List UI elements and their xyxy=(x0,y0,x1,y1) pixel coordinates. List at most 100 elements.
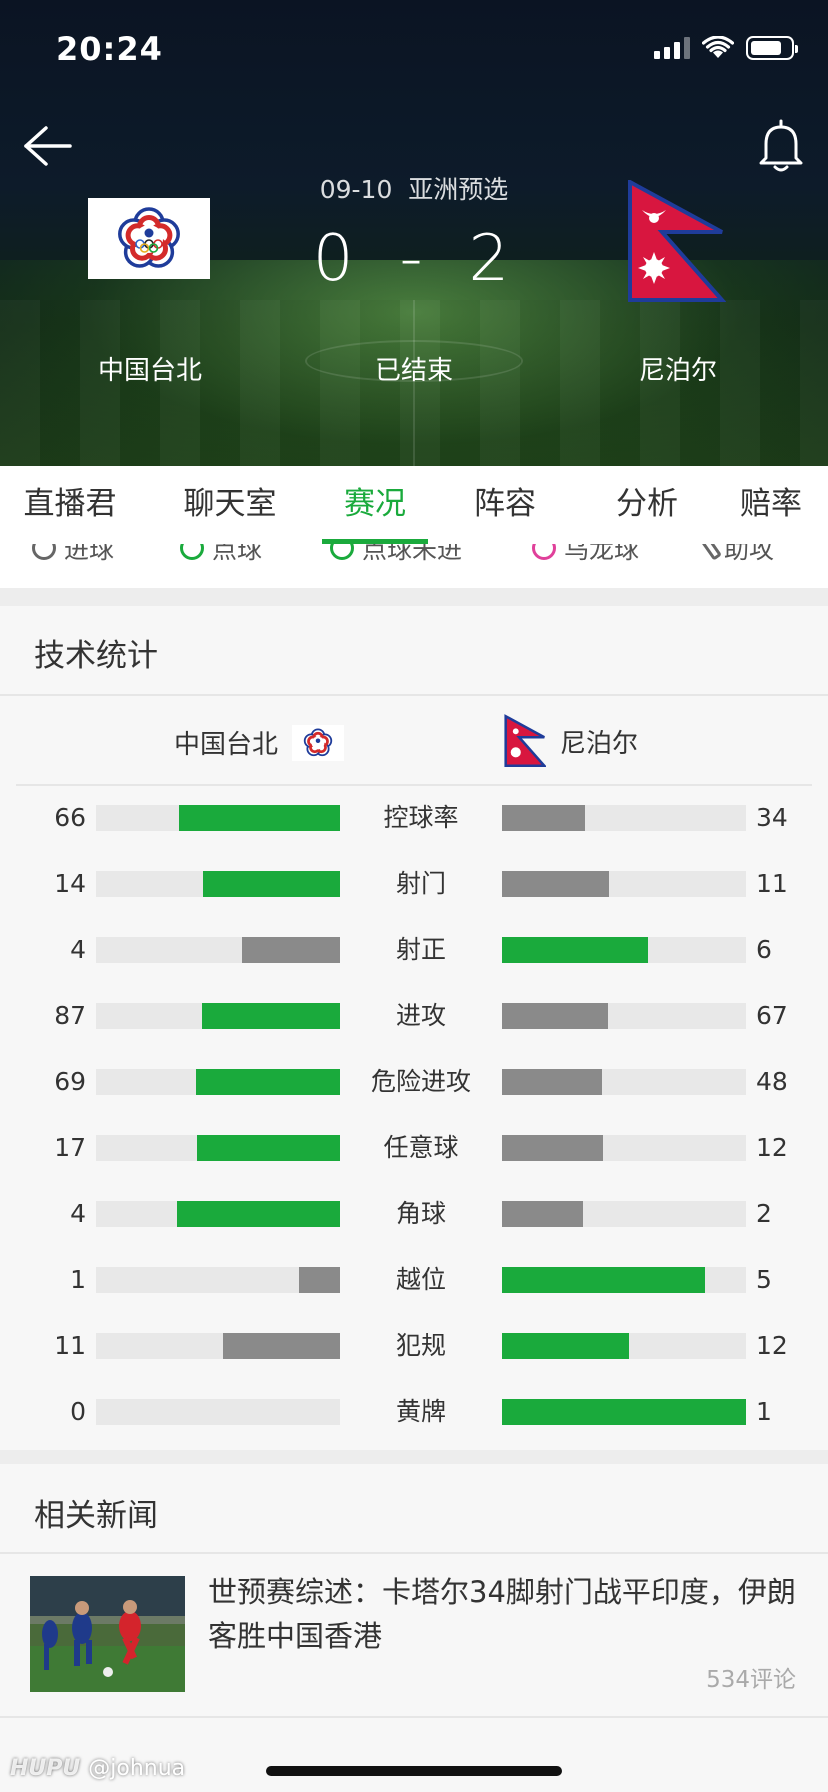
home-stat-value: 0 xyxy=(70,1397,86,1426)
away-score: 2 xyxy=(468,222,516,296)
legend-assist: 助攻 xyxy=(700,544,775,566)
away-stat-bar xyxy=(502,1003,608,1029)
home-stat-track xyxy=(96,805,340,831)
away-stat-track xyxy=(502,1267,746,1293)
away-stat-bar xyxy=(502,1333,629,1359)
stats-header-divider xyxy=(16,784,812,786)
stat-row: 4 角球 2 xyxy=(0,1194,828,1234)
away-stat-value: 12 xyxy=(756,1133,788,1162)
watermark-brand: HUPU xyxy=(10,1756,81,1781)
away-stat-value: 6 xyxy=(756,935,772,964)
stats-title: 技术统计 xyxy=(34,638,158,674)
news-thumbnail[interactable] xyxy=(30,1576,185,1692)
home-stat-bar xyxy=(197,1135,340,1161)
stat-label: 犯规 xyxy=(395,1331,446,1360)
stats-away-team-name: 尼泊尔 xyxy=(560,728,639,759)
home-team-name[interactable]: 中国台北 xyxy=(50,350,250,387)
notification-button[interactable] xyxy=(756,118,806,174)
away-stat-value: 5 xyxy=(756,1265,772,1294)
stat-row: 17 任意球 12 xyxy=(0,1128,828,1168)
away-stat-track xyxy=(502,937,746,963)
stats-home-team-name: 中国台北 xyxy=(174,730,279,760)
news-headline[interactable]: 世预赛综述：卡塔尔34脚射门战平印度，伊朗客胜中国香港 xyxy=(208,1570,798,1658)
home-stat-bar xyxy=(177,1201,340,1227)
home-stat-bar xyxy=(196,1069,340,1095)
home-stat-track xyxy=(96,1267,340,1293)
away-stat-track xyxy=(502,871,746,897)
home-team-logo[interactable] xyxy=(88,198,210,279)
home-stat-track xyxy=(96,1069,340,1095)
news-title: 相关新闻 xyxy=(34,1498,158,1534)
legend-goal: 进球 xyxy=(32,544,114,566)
away-stat-value: 11 xyxy=(756,869,788,898)
away-stat-bar xyxy=(502,1201,583,1227)
home-stat-value: 66 xyxy=(54,803,86,832)
home-stat-value: 69 xyxy=(54,1067,86,1096)
home-stat-value: 4 xyxy=(70,1199,86,1228)
tab-analysis[interactable]: 分析 xyxy=(580,466,714,544)
away-team-name[interactable]: 尼泊尔 xyxy=(578,350,778,387)
home-stat-bar xyxy=(203,871,340,897)
home-stat-track xyxy=(96,1399,340,1425)
stats-away-team: 尼泊尔 xyxy=(504,714,638,768)
tab-match-status[interactable]: 赛况 xyxy=(320,466,430,544)
tab-chatroom[interactable]: 聊天室 xyxy=(140,466,320,544)
tab-bar: 直播君 聊天室 赛况 阵容 分析 赔率 xyxy=(0,466,828,544)
battery-icon xyxy=(746,36,798,60)
section-gap xyxy=(0,588,828,606)
away-stat-value: 34 xyxy=(756,803,788,832)
back-button[interactable] xyxy=(20,122,72,170)
tab-live[interactable]: 直播君 xyxy=(0,466,140,544)
away-stat-bar xyxy=(502,1069,602,1095)
stat-row: 87 进攻 67 xyxy=(0,996,828,1036)
stats-home-team: 中国台北 xyxy=(174,724,345,761)
home-indicator[interactable] xyxy=(266,1766,562,1776)
stat-label: 角球 xyxy=(395,1199,446,1228)
tab-lineup[interactable]: 阵容 xyxy=(430,466,580,544)
stat-label: 进攻 xyxy=(395,1001,446,1030)
nepal-flag-icon xyxy=(504,714,546,768)
home-stat-track xyxy=(96,1135,340,1161)
legend-penalty: 点球 xyxy=(180,544,262,566)
home-stat-value: 1 xyxy=(70,1265,86,1294)
home-stat-track xyxy=(96,871,340,897)
stats-title-divider xyxy=(0,694,828,696)
home-stat-value: 17 xyxy=(54,1133,86,1162)
legend-penalty-missed: 点球未进 xyxy=(330,544,462,566)
news-item-divider xyxy=(0,1716,828,1718)
chinese-taipei-flag-icon xyxy=(303,727,333,756)
home-stat-bar xyxy=(299,1267,340,1293)
news-comment-count: 534评论 xyxy=(706,1667,796,1693)
news-item[interactable]: 世预赛综述：卡塔尔34脚射门战平印度，伊朗客胜中国香港 534评论 xyxy=(0,1554,828,1716)
away-team-logo[interactable] xyxy=(626,178,727,302)
tab-odds[interactable]: 赔率 xyxy=(714,466,828,544)
ball-icon xyxy=(32,544,56,560)
away-stat-bar xyxy=(502,1135,603,1161)
legend-penalty-missed-label: 点球未进 xyxy=(362,544,463,564)
away-stat-value: 48 xyxy=(756,1067,788,1096)
match-header: 20:24 09-10 亚洲预选 0-2 中国台北 已结束 尼泊尔 xyxy=(0,0,828,466)
own-goal-icon xyxy=(532,544,556,560)
away-stat-bar xyxy=(502,1267,705,1293)
cellular-signal-icon xyxy=(654,37,690,59)
away-stat-track xyxy=(502,805,746,831)
section-gap xyxy=(0,1450,828,1464)
away-stat-value: 2 xyxy=(756,1199,772,1228)
stat-row: 11 犯规 12 xyxy=(0,1326,828,1366)
watermark: HUPU @johnua xyxy=(10,1756,185,1781)
stat-label: 射正 xyxy=(395,935,446,964)
home-score: 0 xyxy=(312,222,360,296)
away-stat-track xyxy=(502,1069,746,1095)
home-stat-bar xyxy=(223,1333,340,1359)
away-stat-track xyxy=(502,1135,746,1161)
legend-penalty-label: 点球 xyxy=(212,544,263,564)
wifi-icon xyxy=(702,36,734,58)
away-stat-value: 1 xyxy=(756,1397,772,1426)
legend-assist-label: 助攻 xyxy=(724,544,775,564)
away-stat-bar xyxy=(502,1399,746,1425)
status-time: 20:24 xyxy=(56,30,163,68)
away-stat-value: 12 xyxy=(756,1331,788,1360)
away-stat-track xyxy=(502,1003,746,1029)
penalty-icon xyxy=(180,544,204,560)
stat-label: 越位 xyxy=(395,1265,446,1294)
